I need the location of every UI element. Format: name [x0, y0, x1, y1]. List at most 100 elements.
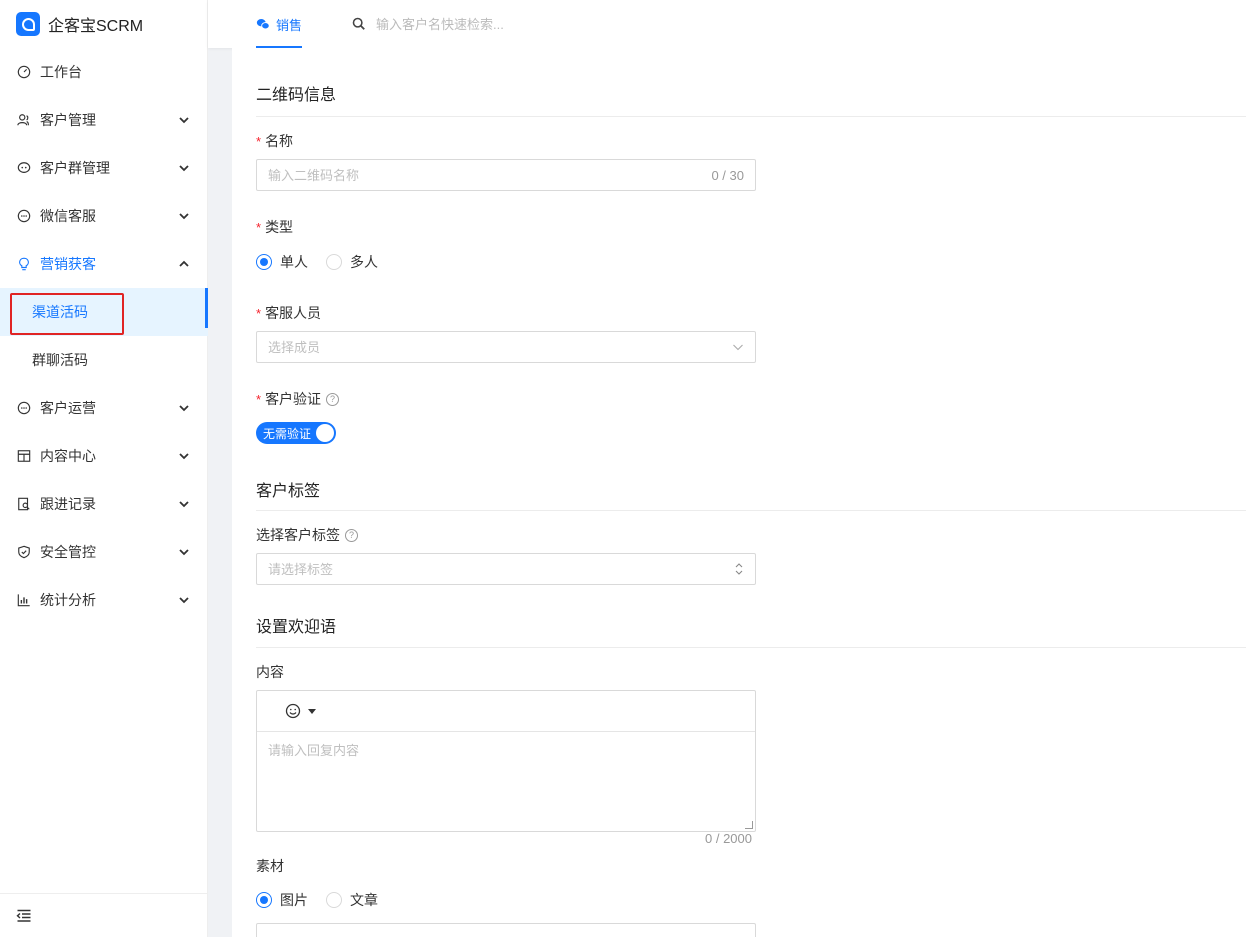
sidebar-item-label: 营销获客	[40, 256, 96, 272]
chevron-down-icon	[179, 405, 189, 412]
name-field[interactable]: 0 / 30	[256, 159, 756, 191]
type-radio-single[interactable]: 单人	[256, 252, 308, 272]
radio-label: 多人	[350, 254, 378, 270]
sidebar-item-workbench[interactable]: 工作台	[0, 48, 208, 96]
sidebar-subitem-label: 渠道活码	[32, 304, 88, 320]
emoji-icon[interactable]	[285, 703, 301, 719]
material-upload-area[interactable]	[256, 923, 756, 937]
sidebar-item-groups[interactable]: 客户群管理	[0, 144, 208, 192]
section-title-tags: 客户标签	[256, 483, 321, 500]
required-mark: *	[256, 133, 262, 149]
material-radio-image[interactable]: 图片	[256, 890, 308, 910]
name-label-text: 名称	[265, 133, 294, 149]
radio-checked-icon	[256, 892, 272, 908]
chart-icon	[16, 592, 32, 608]
chevron-down-icon	[179, 213, 189, 220]
tags-select[interactable]	[256, 553, 756, 585]
ops-icon	[16, 400, 32, 416]
menu-fold-icon	[16, 909, 31, 922]
resize-handle-icon[interactable]	[745, 821, 753, 829]
name-label: * 名称	[256, 131, 293, 151]
staff-select-input[interactable]	[268, 339, 732, 355]
users-icon	[16, 112, 32, 128]
tags-label: 选择客户标签?	[256, 525, 358, 545]
search-input[interactable]	[376, 16, 596, 32]
collapse-sidebar-button[interactable]	[0, 893, 208, 937]
record-icon	[16, 496, 32, 512]
sidebar-item-label: 客户运营	[40, 400, 96, 416]
welcome-textarea[interactable]	[257, 732, 755, 828]
type-radio-group: 单人 多人	[256, 252, 396, 272]
sidebar-item-security[interactable]: 安全管控	[0, 528, 208, 576]
main-content: 二维码信息 *名称 0 / 30 *类型 单人 多人 *客服人员 *客户验证? …	[232, 48, 1246, 937]
tags-select-input[interactable]	[268, 561, 734, 577]
sidebar-subitem-label: 群聊活码	[32, 352, 88, 368]
wechat-service-icon	[16, 208, 32, 224]
chevron-down-icon	[179, 501, 189, 508]
sort-arrows-icon	[735, 563, 743, 575]
sidebar-item-label: 内容中心	[40, 448, 96, 464]
sidebar-item-marketing[interactable]: 营销获客	[0, 240, 208, 288]
chat-group-icon	[16, 160, 32, 176]
brand-logo-icon	[16, 12, 40, 36]
sidebar-item-label: 统计分析	[40, 592, 96, 608]
radio-label: 文章	[350, 892, 378, 908]
caret-down-icon[interactable]	[307, 706, 317, 716]
sidebar-subitem-group-code[interactable]: 群聊活码	[0, 336, 208, 384]
sidebar-item-label: 客户管理	[40, 112, 96, 128]
help-icon[interactable]: ?	[345, 528, 358, 542]
chevron-down-icon	[179, 453, 189, 460]
radio-checked-icon	[256, 254, 272, 270]
staff-label: * 客服人员	[256, 303, 321, 323]
toggle-text: 无需验证	[263, 426, 312, 441]
required-mark: *	[256, 305, 262, 321]
help-icon[interactable]: ?	[326, 392, 340, 406]
staff-select[interactable]	[256, 331, 756, 363]
welcome-editor	[256, 690, 756, 832]
chevron-down-icon	[179, 165, 189, 172]
shield-icon	[16, 544, 32, 560]
chevron-down-icon	[179, 597, 189, 604]
chevron-down-icon	[733, 344, 743, 351]
name-input[interactable]	[268, 167, 712, 183]
toggle-knob	[316, 424, 334, 442]
brand[interactable]: 企客宝SCRM	[0, 0, 207, 48]
material-label: 素材	[256, 858, 284, 874]
content-icon	[16, 448, 32, 464]
sidebar-item-label: 客户群管理	[40, 160, 110, 176]
sidebar-menu: 工作台 客户管理 客户群管理 微信客服 营销获客 渠道活码 群聊活码 客户运营 …	[0, 48, 208, 624]
sidebar-item-label: 工作台	[40, 64, 82, 80]
sidebar-item-customers[interactable]: 客户管理	[0, 96, 208, 144]
tags-label-text: 选择客户标签	[256, 527, 340, 543]
sidebar-item-content[interactable]: 内容中心	[0, 432, 208, 480]
sidebar-item-analytics[interactable]: 统计分析	[0, 576, 208, 624]
sidebar-item-operations[interactable]: 客户运营	[0, 384, 208, 432]
staff-label-text: 客服人员	[265, 305, 322, 321]
material-radio-article[interactable]: 文章	[326, 890, 378, 910]
chevron-down-icon	[179, 117, 189, 124]
sidebar-item-wechat-service[interactable]: 微信客服	[0, 192, 208, 240]
verify-toggle[interactable]: 无需验证	[256, 422, 336, 444]
divider	[256, 647, 1246, 648]
dashboard-icon	[16, 64, 32, 80]
radio-label: 单人	[280, 254, 308, 270]
divider	[256, 510, 1246, 511]
sidebar-item-label: 安全管控	[40, 544, 96, 560]
verify-label: * 客户验证?	[256, 389, 340, 409]
editor-toolbar	[257, 691, 755, 732]
sidebar-item-label: 跟进记录	[40, 496, 96, 512]
sidebar-item-records[interactable]: 跟进记录	[0, 480, 208, 528]
type-label: * 类型	[256, 217, 293, 237]
required-mark: *	[256, 391, 262, 407]
required-mark: *	[256, 219, 262, 235]
radio-unchecked-icon	[326, 254, 342, 270]
type-radio-multiple[interactable]: 多人	[326, 252, 378, 272]
wechat-icon	[256, 19, 270, 30]
tab-sales[interactable]: 销售	[256, 0, 303, 48]
divider	[256, 116, 1246, 117]
search-icon	[352, 17, 365, 30]
sidebar: 企客宝SCRM 工作台 客户管理 客户群管理 微信客服 营销获客 渠道活码 群聊…	[0, 0, 208, 937]
sidebar-subitem-channel-code[interactable]: 渠道活码	[0, 288, 208, 336]
material-radio-group: 图片 文章	[256, 890, 396, 910]
radio-unchecked-icon	[326, 892, 342, 908]
